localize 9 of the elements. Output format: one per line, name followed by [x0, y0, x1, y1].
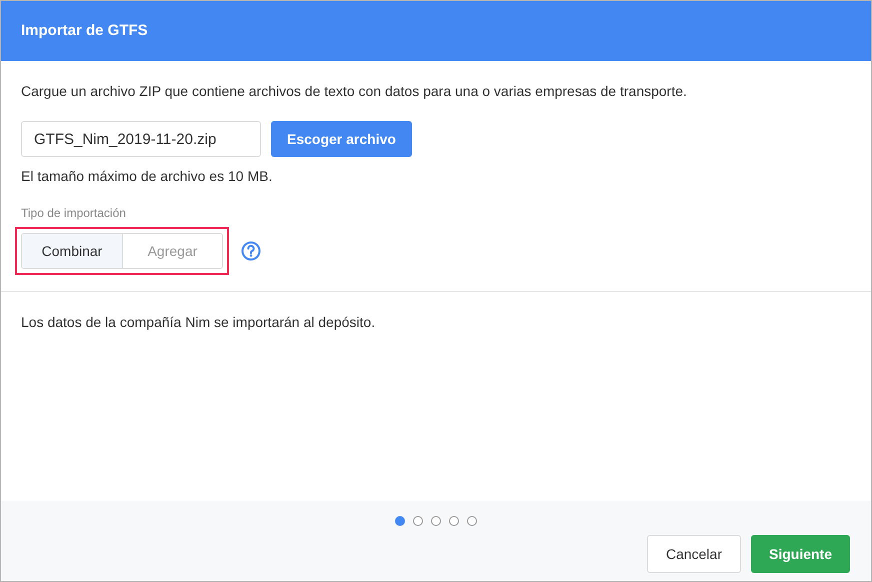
- file-size-hint: El tamaño máximo de archivo es 10 MB.: [21, 167, 274, 186]
- dialog-title: Importar de GTFS: [21, 20, 148, 41]
- import-message: Los datos de la compañía Nim se importarán al depósito.: [21, 313, 376, 332]
- help-icon[interactable]: [241, 241, 261, 261]
- intro-text: Cargue un archivo ZIP que contiene archivos de texto con datos para una o varias empresas de transporte.: [21, 82, 688, 101]
- import-type-tab[interactable]: Combinar: [22, 234, 122, 268]
- import-type-label: Tipo de importación: [21, 205, 127, 222]
- file-name-field[interactable]: GTFS_Nim_2019-11-20.zip: [21, 121, 261, 157]
- cancel-button[interactable]: Cancelar: [646, 535, 741, 573]
